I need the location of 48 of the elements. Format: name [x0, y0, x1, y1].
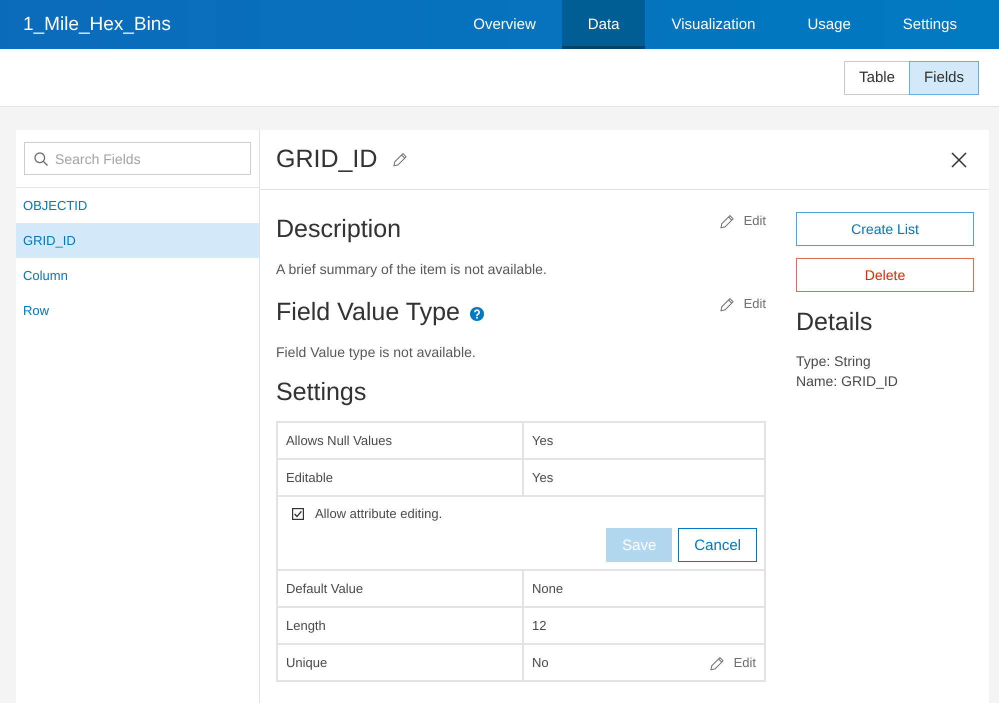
- nav-tab[interactable]: Settings: [876, 0, 983, 49]
- delete-button[interactable]: Delete: [796, 258, 974, 292]
- section-heading: Description: [276, 214, 402, 245]
- pencil-icon: [720, 296, 734, 312]
- table-cell: None: [523, 570, 765, 607]
- table-cell: Unique: [277, 644, 523, 681]
- table-cell: Length: [277, 607, 523, 644]
- table-cell: Default Value: [277, 570, 523, 607]
- pencil-icon: [720, 214, 734, 228]
- field-list-item[interactable]: Row: [16, 293, 259, 328]
- table-cell: Yes: [523, 422, 765, 459]
- table-cell: Allows Null Values: [277, 422, 523, 459]
- section-heading: Field Value Type: [276, 297, 460, 328]
- nav-tab[interactable]: Usage: [781, 0, 877, 49]
- field-list-item[interactable]: OBJECTID: [16, 188, 259, 223]
- field-list-item[interactable]: GRID_ID: [16, 223, 259, 258]
- edit-link[interactable]: Edit: [720, 213, 766, 229]
- pencil-icon: [710, 656, 724, 670]
- table-cell: Yes: [523, 459, 765, 496]
- section-heading: Details: [796, 307, 874, 338]
- close-button[interactable]: [951, 152, 967, 168]
- cancel-button[interactable]: Cancel: [678, 528, 757, 562]
- help-icon[interactable]: [470, 306, 484, 320]
- section-text: A brief summary of the item is not available.: [276, 260, 548, 279]
- table-cell: Editable: [277, 459, 523, 496]
- section-heading: Settings: [276, 377, 368, 408]
- pencil-icon[interactable]: [393, 152, 408, 167]
- edit-link[interactable]: Edit: [710, 655, 756, 671]
- create-list-button[interactable]: Create List: [796, 212, 974, 246]
- view-toggle-button[interactable]: Table: [844, 60, 910, 94]
- nav-tab[interactable]: Overview: [447, 0, 562, 49]
- close-icon: [951, 152, 967, 168]
- section-text: Field Value type is not available.: [276, 343, 477, 362]
- checkbox-label: Allow attribute editing.: [315, 506, 442, 521]
- checkbox[interactable]: [292, 508, 304, 520]
- detail-text: Type: String: [796, 352, 872, 371]
- detail-text: Name: GRID_ID: [796, 372, 899, 391]
- item-title: 1_Mile_Hex_Bins: [23, 14, 171, 36]
- field-title: GRID_ID: [276, 145, 378, 174]
- table-cell: No: [532, 655, 549, 670]
- field-list-item[interactable]: Column: [16, 258, 259, 293]
- nav-tab[interactable]: Visualization: [645, 0, 782, 49]
- search-field[interactable]: Search Fields: [24, 142, 251, 175]
- nav-tab[interactable]: Data: [562, 0, 646, 49]
- search-icon: [34, 152, 48, 166]
- edit-link[interactable]: Edit: [720, 296, 766, 312]
- view-toggle-button[interactable]: Fields: [908, 60, 979, 94]
- table-cell: 12: [523, 607, 765, 644]
